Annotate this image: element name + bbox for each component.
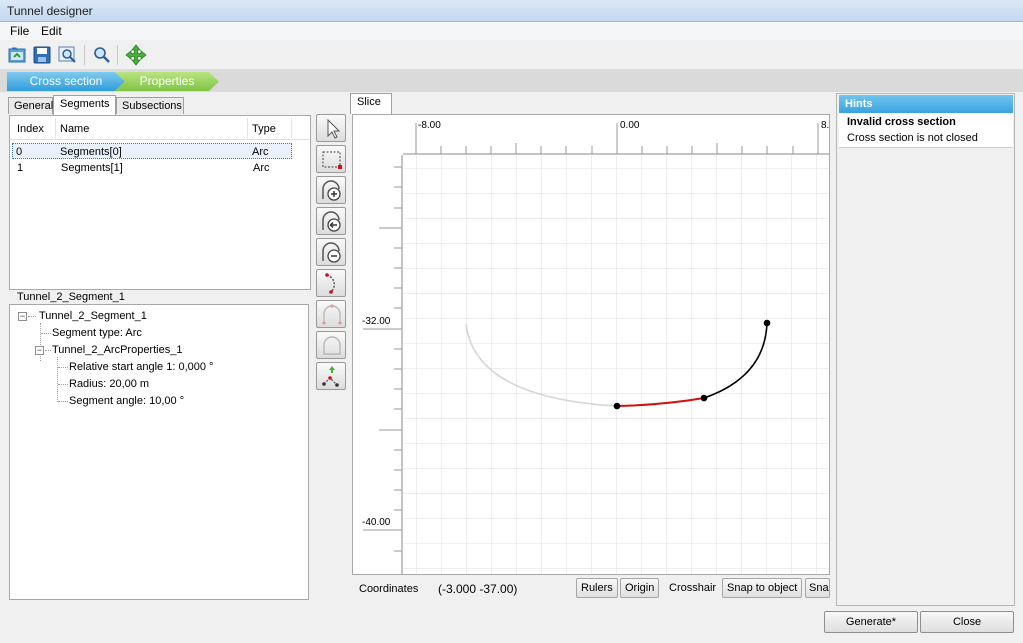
tree-connector [45,350,51,351]
cell-name: Segments[0] [60,146,122,158]
snap-to-object-toggle[interactable]: Snap to object [722,578,803,598]
slice-drawing: -8.00 0.00 8. -32.00 -40.00 [353,115,829,574]
segment-point[interactable] [700,394,708,402]
close-shape-icon[interactable] [316,331,346,359]
tree-node-segment[interactable]: Tunnel_2_Segment_1 [39,310,147,322]
tree-node-segment-type[interactable]: Segment type: Arc [52,327,142,339]
slice-canvas[interactable]: -8.00 0.00 8. -32.00 -40.00 [352,114,830,575]
tree-connector [41,333,51,334]
toolbar [0,40,1023,70]
segment-point[interactable] [613,402,621,410]
hint-item: Invalid cross section Cross section is n… [839,113,1013,148]
zoom-icon[interactable] [91,44,113,66]
menu-file[interactable]: File [10,24,29,38]
header-type[interactable]: Type [252,123,276,135]
header-name[interactable]: Name [60,123,89,135]
menu-edit[interactable]: Edit [41,24,62,38]
vruler-label: -32.00 [362,316,391,327]
coordinates-label: Coordinates [359,583,419,595]
toolbar-separator [117,45,118,65]
tree-connector [57,357,58,402]
hruler-label: 0.00 [620,120,640,131]
horizontal-ruler [403,115,829,155]
remove-arc-icon[interactable] [316,238,346,266]
collapse-toggle-icon[interactable]: − [35,346,44,355]
hruler-label: 8. [821,120,829,131]
zoom-window-icon[interactable] [57,44,79,66]
snap-toggle[interactable]: Sna [805,578,830,598]
tree-node-radius[interactable]: Radius: 20,00 m [69,378,149,390]
tree-node-arc-properties[interactable]: Tunnel_2_ArcProperties_1 [52,344,182,356]
properties-tree: − Tunnel_2_Segment_1 Segment type: Arc −… [9,304,309,600]
tab-slice[interactable]: Slice [350,93,392,114]
generate-button[interactable]: Generate* [824,611,918,633]
canvas-statusbar: Coordinates (-3.000 -37.00) Rulers Origi… [352,575,830,602]
properties-group-label: Tunnel_2_Segment_1 [17,291,125,303]
save-icon[interactable] [31,44,53,66]
cell-type: Arc [253,162,270,174]
add-arc-icon[interactable] [316,176,346,204]
wizard-breadcrumb: Cross section Properties [0,70,1023,92]
tunnel-shape-icon[interactable] [316,300,346,328]
arc-edit-icon[interactable] [316,269,346,297]
step-cross-section[interactable]: Cross section [7,72,125,91]
cell-index: 1 [17,162,24,174]
tree-connector [40,323,41,361]
tab-subsections[interactable]: Subsections [116,97,184,114]
coordinates-value: (-3.000 -37.00) [438,582,518,596]
cell-index: 0 [16,146,23,158]
tree-connector [58,401,68,402]
cell-name: Segments[1] [61,162,123,174]
hint-message: Cross section is not closed [847,132,978,144]
tree-node-start-angle[interactable]: Relative start angle 1: 0,000 ° [69,361,213,373]
crosshair-toggle[interactable]: Crosshair [669,582,716,594]
tree-node-segment-angle[interactable]: Segment angle: 10,00 ° [69,395,184,407]
tree-connector [58,384,68,385]
select-pointer-icon[interactable] [316,114,346,142]
box-select-icon[interactable] [316,145,346,173]
column-separator[interactable] [55,118,56,138]
tab-segments[interactable]: Segments [53,95,116,115]
menu-bar: File Edit [0,22,1023,40]
segments-table: Index Name Type 0 Segments[0] Arc 1 Segm… [9,115,311,290]
column-separator[interactable] [291,118,292,138]
open-icon[interactable] [6,44,28,66]
header-index[interactable]: Index [17,123,44,135]
rulers-toggle[interactable]: Rulers [576,578,618,598]
cell-type: Arc [252,146,269,158]
insert-arc-icon[interactable] [316,207,346,235]
hints-panel [836,93,1015,606]
tab-general[interactable]: General [8,97,53,114]
pan-icon[interactable] [125,44,147,66]
hint-title: Invalid cross section [847,116,956,128]
collapse-toggle-icon[interactable]: − [18,312,27,321]
close-button[interactable]: Close [920,611,1014,633]
segment-point[interactable] [763,319,771,327]
step-properties[interactable]: Properties [115,72,219,91]
table-row[interactable]: 0 Segments[0] Arc [12,143,292,159]
hruler-label: -8.00 [418,120,441,131]
toolbar-separator [84,45,85,65]
vruler-label: -40.00 [362,517,391,528]
table-row[interactable]: 1 Segments[1] Arc [12,160,292,176]
table-header: Index Name Type [10,116,310,140]
column-separator[interactable] [247,118,248,138]
origin-toggle[interactable]: Origin [620,578,660,598]
window-title: Tunnel designer [0,0,1023,22]
vertical-ruler [353,155,403,574]
tree-connector [58,367,68,368]
move-points-icon[interactable] [316,362,346,390]
grid [403,155,829,574]
hints-header: Hints [839,95,1013,113]
tree-connector [28,316,36,317]
